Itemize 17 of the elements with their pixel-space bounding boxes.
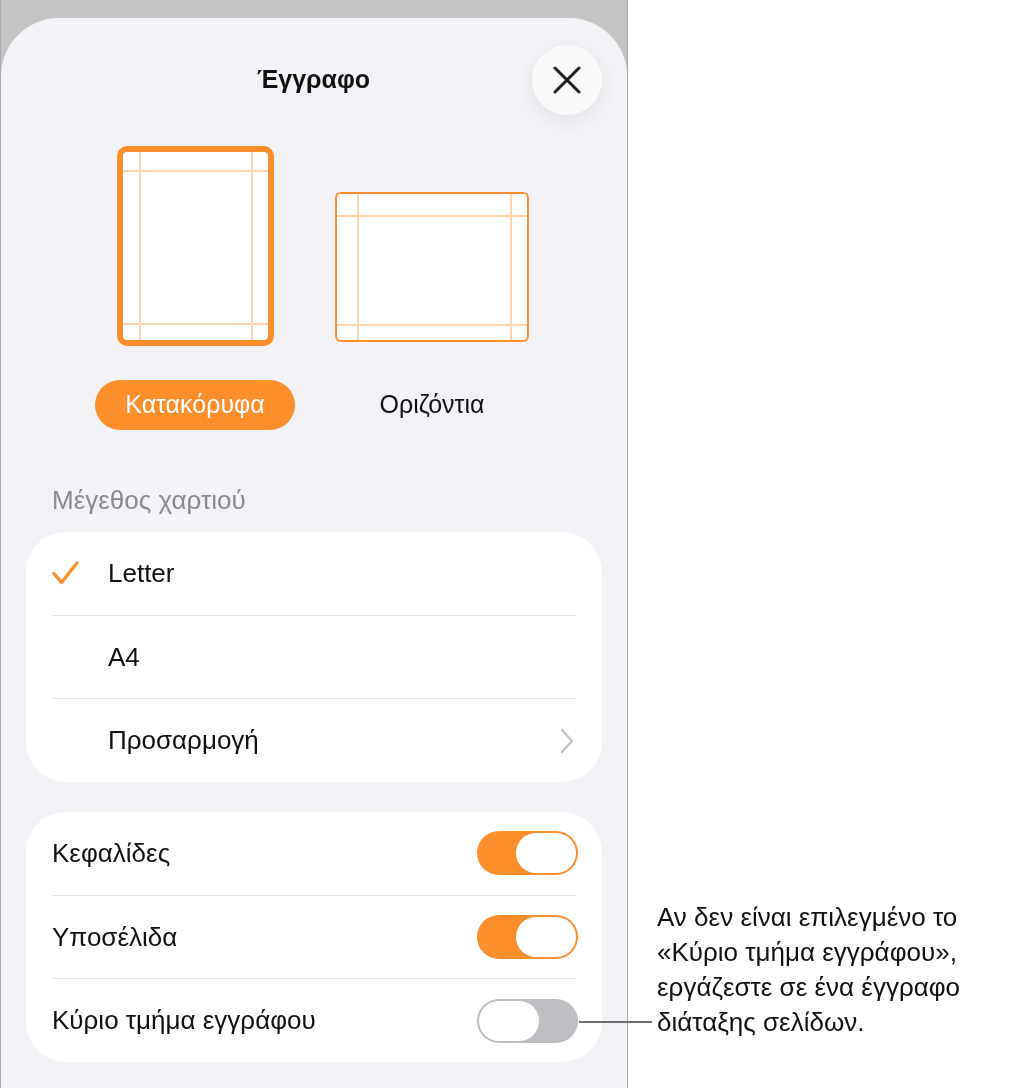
- landscape-page-icon[interactable]: [335, 192, 529, 342]
- section-header: Μέγεθος χαρτιού: [52, 486, 246, 514]
- orientation-tab[interactable]: Οριζόντια: [377, 380, 487, 430]
- sheet-title: Έγγραφο: [255, 64, 371, 96]
- toggle-label: Κύριο τμήμα εγγράφου: [52, 1004, 316, 1038]
- portrait-page-icon[interactable]: [116, 146, 274, 346]
- chevron-right-icon: [560, 727, 574, 754]
- toggle-label: Υποσέλιδα: [52, 920, 178, 954]
- paper-size-option[interactable]: A4: [52, 614, 576, 699]
- close-icon: [553, 66, 581, 94]
- toggle-switch[interactable]: [477, 998, 578, 1043]
- paper-size-option[interactable]: Letter: [52, 532, 576, 615]
- toggle-label: Κεφαλίδες: [52, 836, 171, 870]
- callout-text: Αν δεν είναι επιλεγμένο το «Κύριο τμήμα εγγράφου», εργάζεστε σε ένα έγγραφο διάταξης σελίδων.: [657, 901, 962, 1039]
- toggle-switch[interactable]: [477, 915, 578, 959]
- paper-size-option[interactable]: Προσαρμογή: [52, 698, 576, 782]
- toggle-switch[interactable]: [477, 831, 578, 876]
